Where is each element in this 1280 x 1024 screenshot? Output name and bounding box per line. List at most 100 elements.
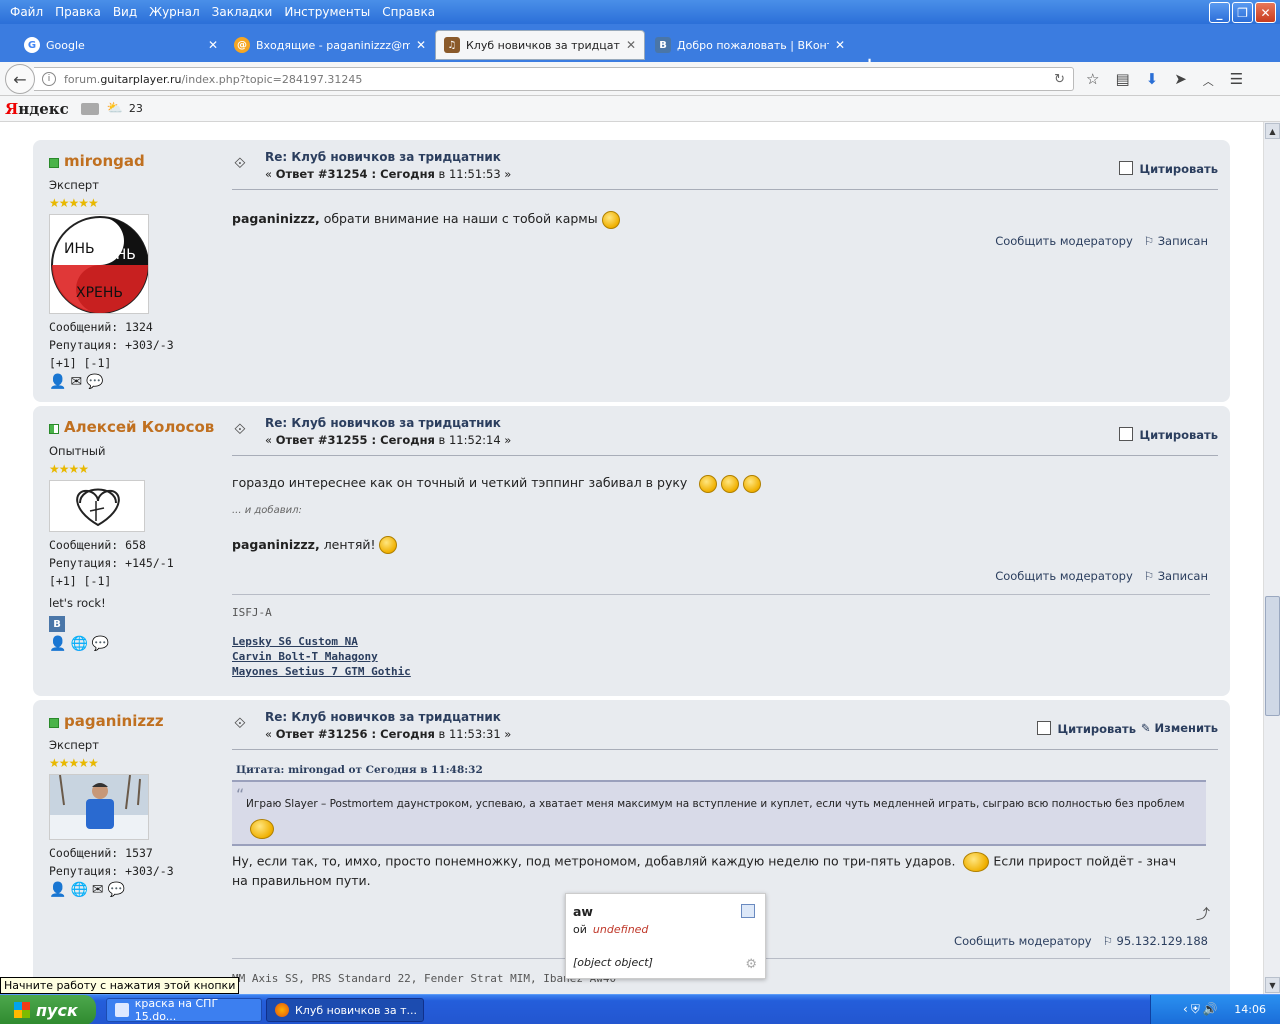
start-button[interactable]: пуск	[0, 995, 96, 1024]
signature-link[interactable]: Carvin Bolt-T Mahagony	[232, 649, 411, 664]
pm-icon[interactable]: 💬	[108, 882, 125, 898]
post-footer: Сообщить модератору ⚐ 95.132.129.188	[954, 934, 1208, 948]
rank-stars: ★★★★★	[49, 756, 99, 770]
yandex-mail-icon[interactable]	[80, 102, 99, 115]
reload-icon[interactable]: ↻	[1054, 72, 1065, 87]
tab-strip: G Google ✕ @ Входящие - paganinizzz@mai.…	[0, 24, 1280, 75]
yandex-bar: Яндекс ⛅ 23	[0, 96, 1280, 122]
chevron-up-icon[interactable]: ︿	[1203, 73, 1214, 89]
restore-icon[interactable]: ❐	[1232, 2, 1253, 23]
reading-list-icon[interactable]: ▤	[1115, 70, 1129, 89]
quote-button[interactable]: Цитировать	[1037, 721, 1136, 736]
signature-link[interactable]: Mayones Setius 7 GTM Gothic	[232, 664, 411, 679]
bookmark-star-icon[interactable]: ☆	[1086, 70, 1099, 89]
quote-text: Играю Slayer – Postmortem даунстроком, у…	[246, 798, 1185, 810]
settings-icon[interactable]: ⚙	[745, 957, 757, 972]
email-icon[interactable]: ✉	[70, 374, 82, 390]
username[interactable]: Алексей Колосов	[64, 418, 214, 436]
vote-links[interactable]: [+1] [-1]	[49, 574, 224, 588]
logged-label: Записан	[1157, 234, 1208, 248]
edit-button[interactable]: ✎ Изменить	[1141, 721, 1218, 735]
taskbar-item-word[interactable]: краска на СПГ 15.do...	[106, 997, 262, 1023]
window-controls: _ ❐ ✕	[1209, 2, 1276, 23]
username[interactable]: mirongad	[64, 152, 145, 170]
scroll-up-icon[interactable]: ▲	[1265, 123, 1280, 139]
reply-icon[interactable]: ⤴	[1196, 904, 1210, 924]
pm-icon[interactable]: 💬	[86, 374, 103, 390]
minimize-icon[interactable]: _	[1209, 2, 1230, 23]
report-moderator-link[interactable]: Сообщить модератору	[995, 569, 1133, 583]
menu-tools[interactable]: Инструменты	[278, 5, 376, 19]
quote-button[interactable]: Цитировать	[1119, 161, 1218, 176]
signature-link[interactable]: Lepsky S6 Custom NA	[232, 634, 411, 649]
report-moderator-link[interactable]: Сообщить модератору	[995, 234, 1133, 248]
profile-icon[interactable]: 👤	[49, 374, 66, 390]
report-moderator-link[interactable]: Сообщить модератору	[954, 934, 1092, 948]
address-bar[interactable]: i forum.guitarplayer.ru/index.php?topic=…	[34, 67, 1074, 91]
post-title[interactable]: Re: Клуб новичков за тридцатник	[265, 150, 501, 164]
volume-icon[interactable]: 🔊	[1203, 1002, 1218, 1017]
vk-profile-icon[interactable]: B	[49, 616, 65, 632]
smiley-icon	[379, 536, 398, 554]
security-icon[interactable]: ⛨	[1191, 1002, 1200, 1017]
tab-google[interactable]: G Google ✕	[16, 30, 226, 60]
menu-help[interactable]: Справка	[376, 5, 441, 19]
email-icon[interactable]: ✉	[92, 882, 104, 898]
smiley-icon	[963, 852, 990, 872]
translation-popup: aw ой undefined [object object] ⚙	[565, 893, 766, 979]
tab-close-icon[interactable]: ✕	[835, 38, 845, 52]
taskbar: пуск краска на СПГ 15.do... Клуб новичко…	[0, 994, 1280, 1024]
scroll-thumb[interactable]	[1265, 596, 1280, 716]
address-url[interactable]: forum.guitarplayer.ru/index.php?topic=28…	[64, 73, 362, 86]
post-title[interactable]: Re: Клуб новичков за тридцатник	[265, 416, 501, 430]
menu-bookmarks[interactable]: Закладки	[206, 5, 279, 19]
website-icon[interactable]: 🌐	[70, 636, 87, 652]
menu-history[interactable]: Журнал	[143, 5, 206, 19]
photo-avatar	[50, 775, 148, 839]
signature-divider	[232, 594, 1210, 595]
menu-view[interactable]: Вид	[107, 5, 143, 19]
menu-file[interactable]: Файл	[4, 5, 49, 19]
tab-close-icon[interactable]: ✕	[416, 38, 426, 52]
pm-icon[interactable]: 💬	[92, 636, 109, 652]
ip-icon: ⚐	[1143, 569, 1155, 583]
profile-icon[interactable]: 👤	[49, 882, 66, 898]
post-title[interactable]: Re: Клуб новичков за тридцатник	[265, 710, 501, 724]
tab-mail[interactable]: @ Входящие - paganinizzz@mai... ✕	[226, 30, 434, 60]
info-icon[interactable]: i	[42, 72, 56, 86]
taskbar-item-firefox[interactable]: Клуб новичков за т...	[266, 998, 424, 1022]
tab-vk[interactable]: B Добро пожаловать | ВКонт... ✕	[647, 30, 853, 60]
tab-label: Добро пожаловать | ВКонт...	[677, 38, 829, 52]
tab-close-icon[interactable]: ✕	[626, 38, 636, 52]
copy-icon[interactable]	[741, 904, 755, 918]
post-header: ⟐ Re: Клуб новичков за тридцатник « Отве…	[232, 406, 1218, 456]
back-button[interactable]: ←	[5, 64, 35, 94]
quote-button[interactable]: Цитировать	[1119, 427, 1218, 442]
toolbar-icons: ☆ ▤ ⬇ ➤ ︿ ☰	[1086, 70, 1243, 89]
start-tooltip: Начните работу с нажатия этой кнопки	[0, 977, 240, 994]
menu-edit[interactable]: Правка	[49, 5, 107, 19]
profile-icons: 👤 🌐 ✉ 💬	[49, 882, 224, 898]
post-icon: ⟐	[234, 714, 246, 732]
vote-links[interactable]: [+1] [-1]	[49, 356, 224, 370]
website-icon[interactable]: 🌐	[70, 882, 87, 898]
profile-icon[interactable]: 👤	[49, 636, 66, 652]
send-icon[interactable]: ➤	[1174, 70, 1187, 89]
signature-title: ISFJ-A	[232, 606, 272, 619]
tab-close-icon[interactable]: ✕	[208, 38, 218, 52]
post-icon: ⟐	[234, 420, 246, 438]
tray-arrow-icon[interactable]: ‹	[1183, 1002, 1188, 1017]
tab-forum[interactable]: ♫ Клуб новичков за тридцатн... ✕	[435, 30, 645, 60]
scroll-down-icon[interactable]: ▼	[1265, 977, 1280, 993]
download-icon[interactable]: ⬇	[1146, 70, 1159, 89]
close-window-icon[interactable]: ✕	[1255, 2, 1276, 23]
reputation: Репутация: +303/-3	[49, 338, 174, 352]
vertical-scrollbar[interactable]: ▲ ▼	[1263, 122, 1280, 994]
back-arrow-icon: ←	[13, 69, 27, 89]
quote-header[interactable]: Цитата: mirongad от Сегодня в 11:48:32	[236, 764, 483, 776]
tab-label: Клуб новичков за тридцатн...	[466, 38, 620, 52]
yandex-logo[interactable]: Яндекс	[5, 100, 69, 118]
menu-icon[interactable]: ☰	[1230, 70, 1243, 89]
weather-icon[interactable]: ⛅	[107, 101, 123, 116]
username[interactable]: paganinizzz	[64, 712, 164, 730]
